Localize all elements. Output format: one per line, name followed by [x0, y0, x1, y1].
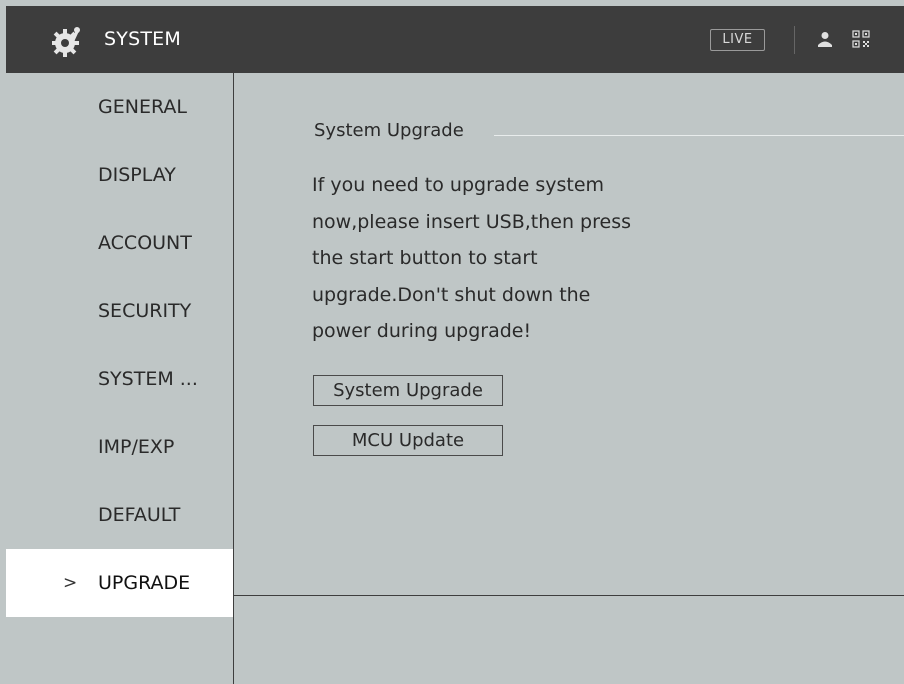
sidebar-item-general[interactable]: GENERAL — [6, 73, 234, 141]
qr-code-icon[interactable] — [852, 30, 870, 48]
sidebar-item-label: SECURITY — [98, 300, 192, 322]
sidebar-item-default[interactable]: DEFAULT — [6, 481, 234, 549]
footer-area — [234, 596, 904, 684]
sidebar-item-label: DEFAULT — [98, 504, 181, 526]
sidebar-item-label: GENERAL — [98, 96, 187, 118]
sidebar-item-system-info[interactable]: SYSTEM ... — [6, 345, 234, 413]
live-button[interactable]: LIVE — [710, 29, 765, 51]
sidebar-item-label: IMP/EXP — [98, 436, 175, 458]
mcu-update-button[interactable]: MCU Update — [313, 425, 503, 456]
chevron-right-icon: > — [63, 573, 78, 593]
sidebar-item-label: ACCOUNT — [98, 232, 192, 254]
instruction-line: If you need to upgrade system — [312, 174, 605, 196]
instruction-line: now,please insert USB,then press — [312, 210, 632, 233]
instruction-line: the start button to start — [312, 247, 538, 269]
instruction-line: upgrade.Don't shut down the — [312, 283, 591, 306]
sidebar-item-imp-exp[interactable]: IMP/EXP — [6, 413, 234, 481]
instruction-line: power during upgrade! — [312, 320, 532, 342]
sidebar: GENERAL DISPLAY ACCOUNT SECURITY SYSTEM … — [6, 73, 234, 684]
page-title: SYSTEM — [104, 28, 181, 50]
sidebar-item-label: SYSTEM ... — [98, 368, 198, 390]
sidebar-item-security[interactable]: SECURITY — [6, 277, 234, 345]
sidebar-item-upgrade[interactable]: > UPGRADE — [6, 549, 234, 617]
header-bar: SYSTEM LIVE — [6, 6, 904, 73]
user-icon[interactable] — [816, 30, 834, 48]
sidebar-item-label: UPGRADE — [98, 572, 191, 594]
system-upgrade-button[interactable]: System Upgrade — [313, 375, 503, 406]
sidebar-item-display[interactable]: DISPLAY — [6, 141, 234, 209]
header-divider — [794, 26, 795, 54]
section-divider — [494, 135, 904, 136]
sidebar-item-account[interactable]: ACCOUNT — [6, 209, 234, 277]
upgrade-instructions: If you need to upgrade system now,please… — [312, 167, 732, 350]
sidebar-item-label: DISPLAY — [98, 164, 176, 186]
main-panel: System Upgrade If you need to upgrade sy… — [234, 73, 904, 595]
gear-icon — [52, 27, 80, 57]
section-title: System Upgrade — [314, 120, 464, 141]
